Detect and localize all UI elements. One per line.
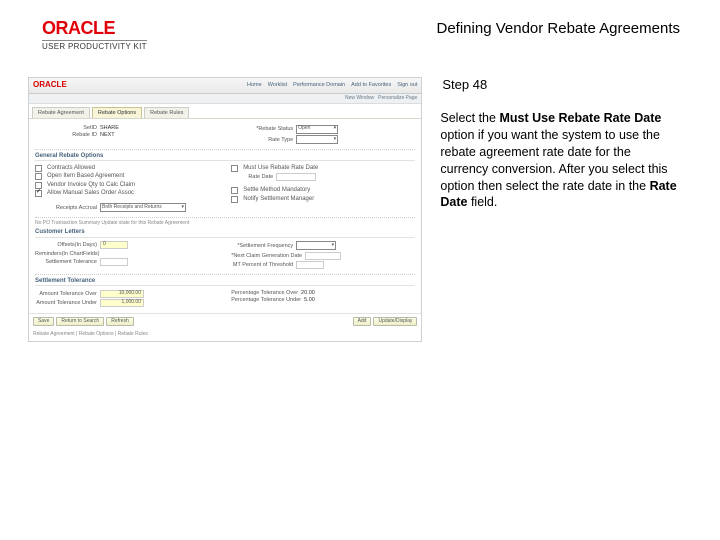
ratedate-label: Rate Date <box>231 174 273 180</box>
btn-add[interactable]: Add <box>353 317 372 327</box>
ck-openitem[interactable] <box>35 173 42 180</box>
tab-rebate-rules[interactable]: Rebate Rules <box>144 107 189 118</box>
desc-bold1: Must Use Rebate Rate Date <box>499 111 661 125</box>
lbl-vendinv: Vendor Invoice Qty to Calc Claim <box>47 182 135 189</box>
status-label: *Rebate Status <box>231 126 293 132</box>
lbl-openitem: Open Item Based Agreement <box>47 173 124 180</box>
nextclaim-input[interactable] <box>305 252 341 260</box>
shot-topbar: ORACLE Home Worklist Performance Domain … <box>29 78 421 94</box>
btn-update[interactable]: Update/Display <box>373 317 417 327</box>
desc-mid: option if you want the system to use the… <box>440 128 667 193</box>
ck-notify[interactable] <box>231 196 238 203</box>
atu-input[interactable]: 1,000.00 <box>100 299 144 307</box>
screenshot-embed: ORACLE Home Worklist Performance Domain … <box>28 77 422 342</box>
section-general: General Rebate Options <box>35 153 415 162</box>
receipt-label: Receipts Accrual <box>35 205 97 211</box>
lbl-notify: Notify Settlement Manager <box>243 196 314 203</box>
lbl-settlemethod: Settle Method Mandatory <box>243 187 310 194</box>
tab-rebate-options[interactable]: Rebate Options <box>92 107 142 118</box>
nav-home[interactable]: Home <box>247 82 262 88</box>
ratedate-input[interactable] <box>276 173 316 181</box>
nav-perf[interactable]: Performance Domain <box>293 82 345 88</box>
step-label: Step 48 <box>440 77 680 92</box>
link-personalize[interactable]: Personalize Page <box>378 96 417 102</box>
rebateid-label: Rebate ID <box>35 132 97 138</box>
shot-subbar: New Window Personalize Page <box>29 94 421 104</box>
section-customer: Customer Letters <box>35 229 415 238</box>
btn-refresh[interactable]: Refresh <box>106 317 134 327</box>
ptu-label: Percentage Tolerance Under <box>231 297 301 303</box>
setid-value: SHARE <box>100 125 119 131</box>
pto-value: 20.00 <box>301 290 315 296</box>
lbl-allowmanual: Allow Manual Sales Order Assoc <box>47 190 134 197</box>
shot-nav: Home Worklist Performance Domain Add to … <box>247 82 417 88</box>
minpct-label: MT Percent of Threshold <box>231 262 293 268</box>
oracle-logo: ORACLE <box>42 18 147 39</box>
shot-oracle-logo: ORACLE <box>33 81 67 90</box>
offset-label: Offsets(In Days) <box>35 242 97 248</box>
receipt-select[interactable]: Both Receipts and Returns <box>100 203 186 212</box>
nextclaim-label: *Next Claim Generation Date <box>231 253 302 259</box>
setfreq-label: *Settlement Frequency <box>231 243 293 249</box>
pto-label: Percentage Tolerance Over <box>231 290 298 296</box>
offset-input[interactable]: 0 <box>100 241 128 249</box>
settletol-label: Settlement Tolerance <box>35 259 97 265</box>
ck-settlemethod[interactable] <box>231 187 238 194</box>
setid-label: SetID <box>35 125 97 131</box>
ptu-value: 5.00 <box>304 297 315 303</box>
shot-footer-links: Rebate Agreement | Rebate Options | Reba… <box>29 329 421 341</box>
page-title: Defining Vendor Rebate Agreements <box>437 20 681 37</box>
ratetype-select[interactable] <box>296 135 338 144</box>
ck-vendinv[interactable] <box>35 182 42 189</box>
ratetype-label: Rate Type <box>231 137 293 143</box>
nav-signout[interactable]: Sign out <box>397 82 417 88</box>
nav-worklist[interactable]: Worklist <box>268 82 287 88</box>
shot-tabs: Rebate Agreement Rebate Options Rebate R… <box>29 104 421 119</box>
link-newwindow[interactable]: New Window <box>345 96 374 102</box>
section-tolerance: Settlement Tolerance <box>35 278 415 287</box>
lbl-contracts: Contracts Allowed <box>47 165 95 172</box>
txn-summary-note: No PO Transaction Summary Update state f… <box>35 221 189 227</box>
upk-label: USER PRODUCTIVITY KIT <box>42 40 147 51</box>
tab-rebate-agreement[interactable]: Rebate Agreement <box>32 107 90 118</box>
settletol-input[interactable] <box>100 258 128 266</box>
logo-block: ORACLE USER PRODUCTIVITY KIT <box>42 18 147 51</box>
ck-allowmanual[interactable] <box>35 190 42 197</box>
lbl-mustuse: Must Use Rebate Rate Date <box>243 165 318 172</box>
ato-label: Amount Tolerance Over <box>35 291 97 297</box>
rebateid-value: NEXT <box>100 132 115 138</box>
shot-panel: SetIDSHARE Rebate IDNEXT *Rebate StatusO… <box>29 119 421 313</box>
atu-label: Amount Tolerance Under <box>35 300 97 306</box>
reminder-label: Reminders(In ChartFields) <box>35 251 100 257</box>
status-select[interactable]: Open <box>296 125 338 134</box>
minpct-input[interactable] <box>296 261 324 269</box>
ck-mustuse[interactable] <box>231 165 238 172</box>
btn-save[interactable]: Save <box>33 317 54 327</box>
setfreq-select[interactable] <box>296 241 336 250</box>
desc-pre: Select the <box>440 111 499 125</box>
shot-buttonrow: Save Return to Search Refresh Add Update… <box>29 313 421 330</box>
nav-fav[interactable]: Add to Favorites <box>351 82 391 88</box>
step-description: Select the Must Use Rebate Rate Date opt… <box>440 110 680 211</box>
btn-return[interactable]: Return to Search <box>56 317 104 327</box>
ck-contracts[interactable] <box>35 165 42 172</box>
ato-input[interactable]: 10,000.00 <box>100 290 144 298</box>
desc-post: field. <box>467 195 497 209</box>
